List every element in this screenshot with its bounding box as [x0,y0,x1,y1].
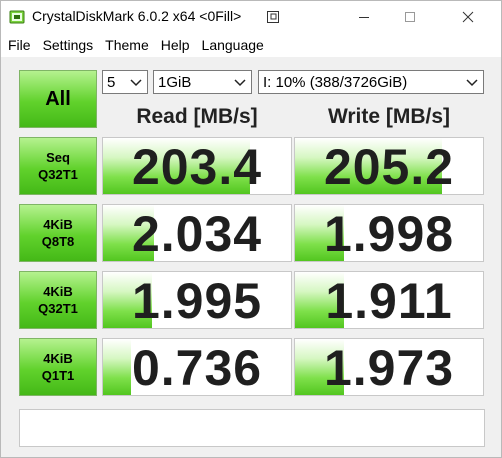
title-bar: CrystalDiskMark 6.0.2 x64 <0Fill> [1,1,501,33]
menu-help[interactable]: Help [155,33,196,57]
test-label-line1: Seq [46,150,70,165]
test-count-select[interactable]: 5 [102,70,148,94]
write-result-value: 1.973 [323,340,455,396]
write-result-value: 205.2 [323,139,455,195]
write-result-seq-q32t1: 205.2 [294,137,484,195]
maximize-button[interactable] [387,1,433,33]
read-result-value: 0.736 [131,340,263,396]
comment-field[interactable] [19,409,485,447]
chevron-down-icon [234,79,246,87]
test-label-line2: Q32T1 [38,301,78,316]
close-icon [462,11,474,23]
run-all-button[interactable]: All [19,70,97,128]
read-column-header: Read [MB/s] [136,105,258,128]
test-button-4kib-q32t1[interactable]: 4KiB Q32T1 [19,271,97,329]
drive-value: I: 10% (388/3726GiB) [263,73,408,91]
read-result-4kib-q1t1: 0.736 [102,338,292,396]
menu-bar: File Settings Theme Help Language [1,33,501,57]
maximize-icon [405,12,415,22]
test-label-line1: 4KiB [43,351,73,366]
test-label-line1: 4KiB [43,217,73,232]
app-window: CrystalDiskMark 6.0.2 x64 <0Fill> File S… [0,0,502,458]
write-result-value: 1.911 [325,273,453,329]
write-result-4kib-q8t8: 1.998 [294,204,484,262]
test-label-line2: Q32T1 [38,167,78,182]
disk-app-icon [9,10,25,24]
menu-settings[interactable]: Settings [37,33,100,57]
test-button-4kib-q1t1[interactable]: 4KiB Q1T1 [19,338,97,396]
test-label-line1: 4KiB [43,284,73,299]
menu-language[interactable]: Language [196,33,270,57]
test-count-value: 5 [107,73,116,91]
menu-file[interactable]: File [1,33,37,57]
test-size-select[interactable]: 1GiB [153,70,252,94]
pin-window-button[interactable] [255,1,291,33]
chevron-down-icon [130,79,142,87]
test-label-line2: Q8T8 [41,234,75,249]
test-button-4kib-q8t8[interactable]: 4KiB Q8T8 [19,204,97,262]
window-title: CrystalDiskMark 6.0.2 x64 <0Fill> [32,8,242,24]
minimize-icon [359,17,369,18]
read-result-4kib-q8t8: 2.034 [102,204,292,262]
read-result-value: 1.995 [131,273,263,329]
test-size-value: 1GiB [158,73,192,91]
drive-select[interactable]: I: 10% (388/3726GiB) [258,70,484,94]
write-result-value: 1.998 [323,206,455,262]
chevron-down-icon [466,79,478,87]
write-result-4kib-q32t1: 1.911 [294,271,484,329]
test-button-seq-q32t1[interactable]: Seq Q32T1 [19,137,97,195]
close-button[interactable] [435,1,501,33]
read-result-seq-q32t1: 203.4 [102,137,292,195]
read-result-value: 203.4 [131,139,263,195]
minimize-button[interactable] [341,1,387,33]
write-column-header: Write [MB/s] [327,105,451,128]
pin-window-icon [267,11,279,23]
read-result-value: 2.034 [131,206,263,262]
test-label-line2: Q1T1 [41,368,75,383]
menu-theme[interactable]: Theme [99,33,155,57]
benchmark-panel: All 5 1GiB I: 10% (388/3726GiB) Read [MB… [1,57,501,457]
write-result-4kib-q1t1: 1.973 [294,338,484,396]
read-result-4kib-q32t1: 1.995 [102,271,292,329]
